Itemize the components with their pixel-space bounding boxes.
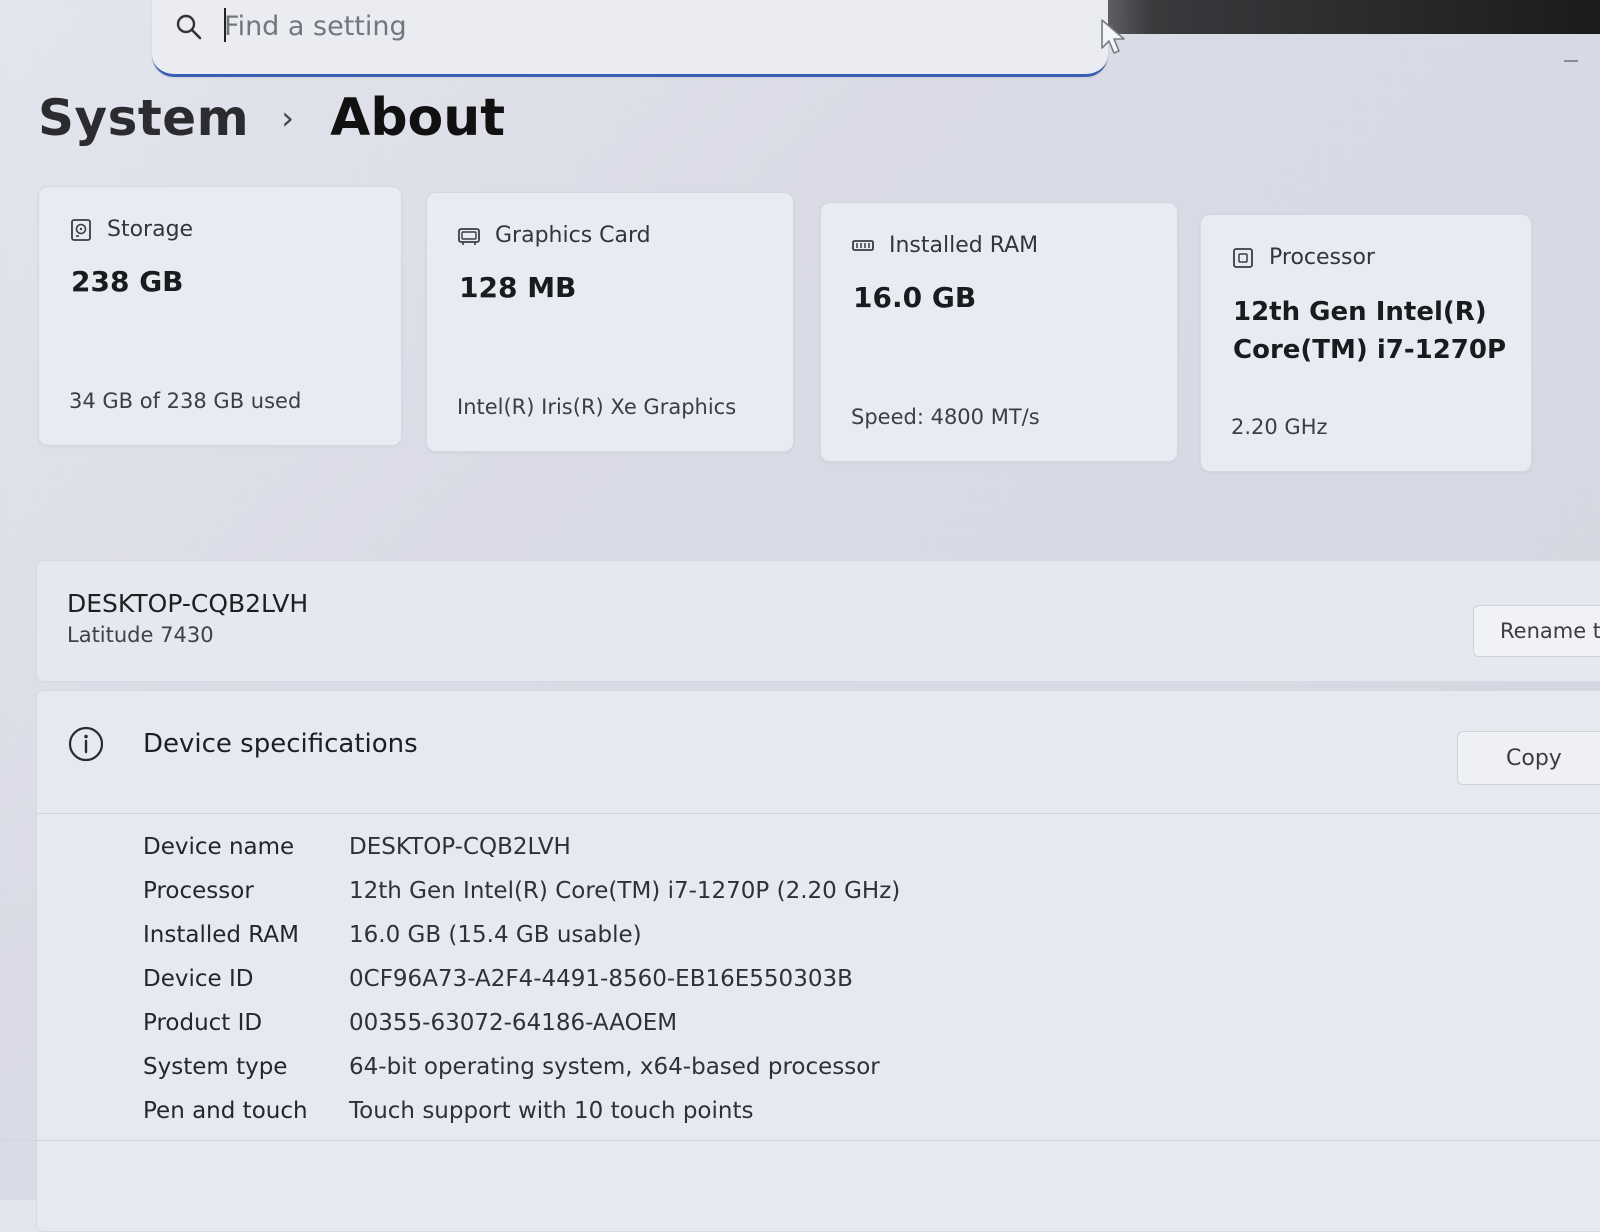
spec-key: Processor [143, 878, 254, 904]
spec-key: System type [143, 1054, 288, 1080]
storage-usage: 34 GB of 238 GB used [69, 389, 302, 413]
spec-value: 64-bit operating system, x64-based proce… [349, 1054, 880, 1080]
card-label: Storage [107, 217, 194, 242]
spec-row-system-type: System type 64-bit operating system, x64… [143, 1045, 1343, 1089]
spec-row-processor: Processor 12th Gen Intel(R) Core(TM) i7-… [143, 869, 1343, 913]
card-label: Installed RAM [889, 233, 1039, 258]
storage-card[interactable]: Storage 238 GB 34 GB of 238 GB used [38, 186, 402, 446]
processor-speed: 2.20 GHz [1231, 415, 1328, 439]
copy-button[interactable]: Copy [1457, 731, 1600, 785]
mouse-pointer-icon [1101, 19, 1125, 54]
spec-value: 12th Gen Intel(R) Core(TM) i7-1270P (2.2… [349, 878, 901, 904]
graphics-card-icon [458, 227, 480, 245]
spec-value: 00355-63072-64186-AAOEM [349, 1010, 678, 1036]
spec-key: Pen and touch [143, 1098, 308, 1124]
card-label: Processor [1269, 245, 1375, 270]
graphics-adapter-name: Intel(R) Iris(R) Xe Graphics [457, 395, 737, 419]
spec-value: 0CF96A73-A2F4-4491-8560-EB16E550303B [349, 966, 853, 992]
processor-icon [1233, 247, 1253, 268]
spec-row-installed-ram: Installed RAM 16.0 GB (15.4 GB usable) [143, 913, 1343, 957]
installed-ram-card[interactable]: Installed RAM 16.0 GB Speed: 4800 MT/s [820, 202, 1178, 462]
section-divider [0, 1140, 1600, 1141]
minimize-icon[interactable] [1564, 60, 1578, 62]
rename-pc-button[interactable]: Rename th [1473, 605, 1600, 657]
ram-value: 16.0 GB [853, 281, 977, 314]
ram-speed: Speed: 4800 MT/s [851, 405, 1040, 429]
card-label: Graphics Card [495, 223, 651, 248]
ram-icon [852, 239, 874, 251]
processor-value: 12th Gen Intel(R) Core(TM) i7-1270P [1233, 297, 1507, 365]
spec-list: Device name DESKTOP-CQB2LVH Processor 12… [143, 825, 1343, 1133]
breadcrumb: System › About [38, 88, 505, 148]
spec-row-pen-and-touch: Pen and touch Touch support with 10 touc… [143, 1089, 1343, 1133]
search-input[interactable] [224, 6, 924, 46]
chevron-right-icon: › [281, 99, 295, 137]
search-icon [176, 14, 202, 40]
spec-key: Installed RAM [143, 922, 299, 948]
device-hostname: DESKTOP-CQB2LVH [67, 589, 309, 618]
spec-value: DESKTOP-CQB2LVH [349, 834, 571, 860]
search-box[interactable] [152, 0, 1125, 77]
device-specifications-header[interactable]: Device specifications Copy [37, 691, 1600, 814]
page-title: About [330, 88, 506, 148]
spec-value: Touch support with 10 touch points [349, 1098, 754, 1124]
graphics-memory-value: 128 MB [459, 271, 577, 304]
spec-row-device-name: Device name DESKTOP-CQB2LVH [143, 825, 1343, 869]
device-specifications-title: Device specifications [143, 729, 418, 759]
storage-icon [71, 218, 91, 241]
text-caret [224, 8, 226, 42]
spec-value: 16.0 GB (15.4 GB usable) [349, 922, 642, 948]
device-model: Latitude 7430 [67, 623, 214, 647]
spec-row-product-id: Product ID 00355-63072-64186-AAOEM [143, 1001, 1343, 1045]
breadcrumb-system-link[interactable]: System [38, 89, 249, 147]
device-specifications-panel: Device specifications Copy Device name D… [36, 690, 1600, 1232]
info-icon [68, 726, 104, 762]
spec-row-device-id: Device ID 0CF96A73-A2F4-4491-8560-EB16E5… [143, 957, 1343, 1001]
storage-value: 238 GB [71, 265, 184, 298]
graphics-card-card[interactable]: Graphics Card 128 MB Intel(R) Iris(R) Xe… [426, 192, 794, 452]
processor-card[interactable]: Processor 12th Gen Intel(R) Core(TM) i7-… [1200, 214, 1532, 472]
device-name-section: DESKTOP-CQB2LVH Latitude 7430 Rename th [36, 560, 1600, 682]
spec-key: Device ID [143, 966, 254, 992]
spec-key: Product ID [143, 1010, 263, 1036]
spec-key: Device name [143, 834, 295, 860]
